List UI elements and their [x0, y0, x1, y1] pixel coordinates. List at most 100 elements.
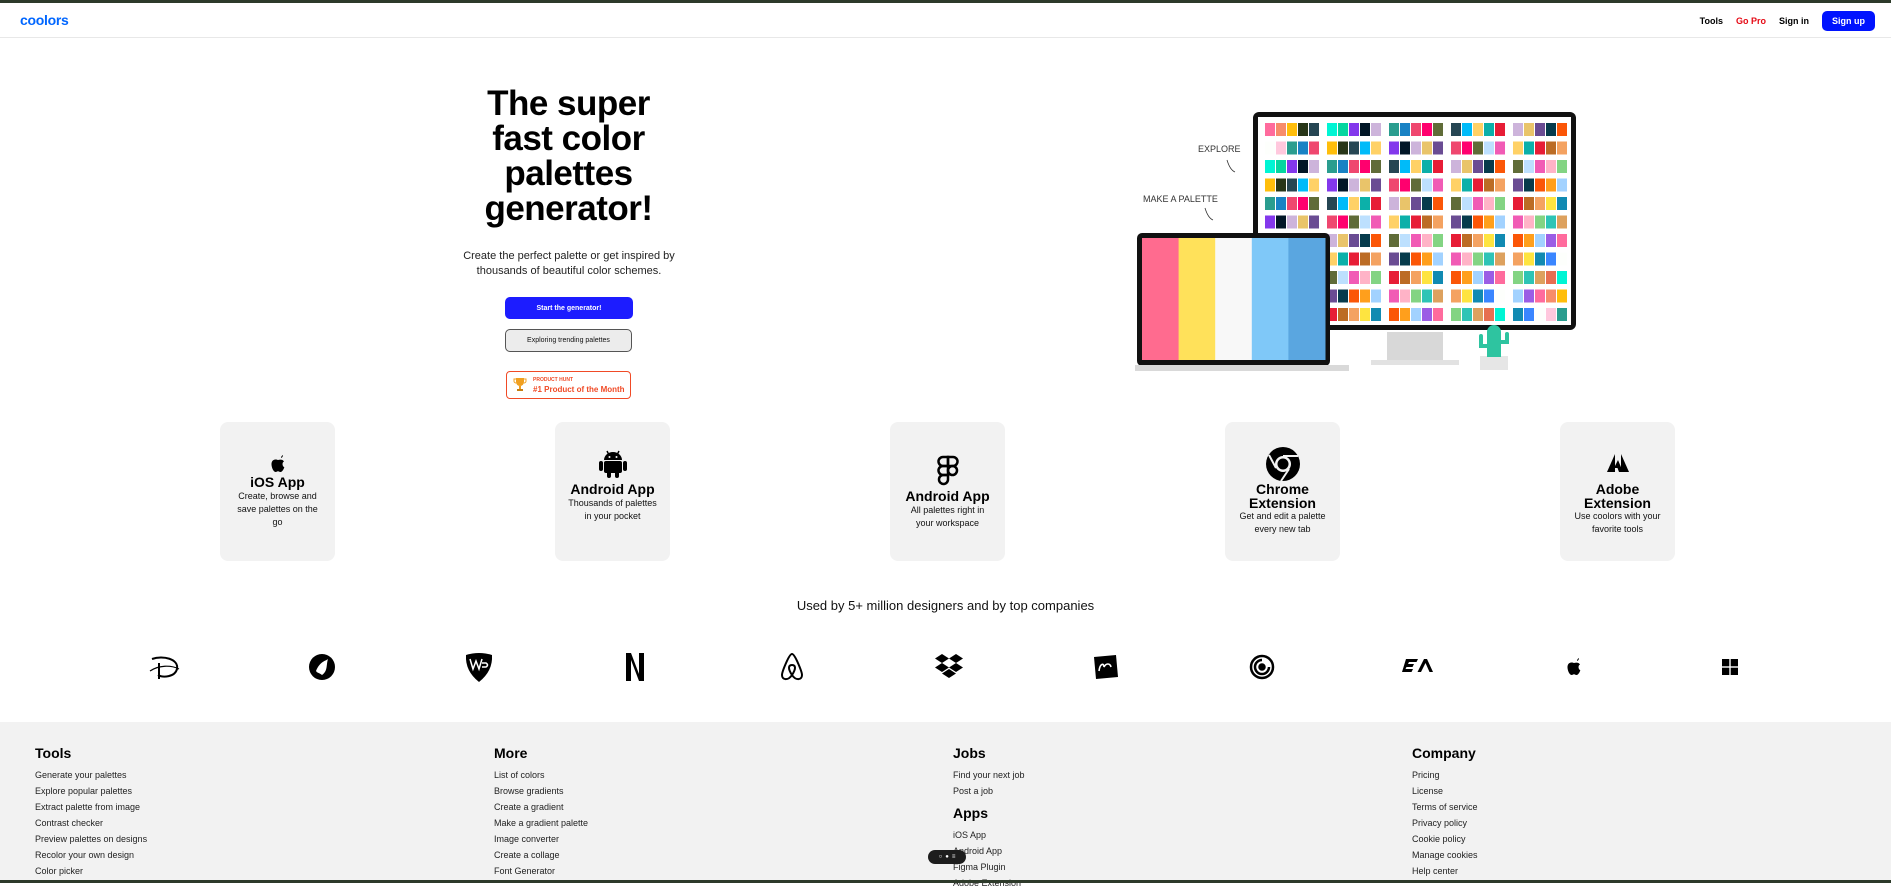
card-description: Thousands of palettes in your pocket — [568, 498, 657, 521]
footer-link[interactable]: Contrast checker — [35, 815, 147, 831]
swatch — [1484, 160, 1494, 173]
toggle-icon[interactable]: ● — [945, 854, 949, 860]
swatch — [1422, 197, 1432, 210]
footer-link[interactable]: iOS App — [953, 827, 1025, 843]
microsoft-logo — [1713, 650, 1747, 684]
swatch — [1535, 160, 1545, 173]
swatch — [1546, 160, 1556, 173]
footer-link[interactable]: Font Generator — [494, 863, 588, 879]
sign-up-button[interactable]: Sign up — [1822, 11, 1875, 31]
footer-link[interactable]: Find your next job — [953, 767, 1025, 783]
swatch — [1473, 160, 1483, 173]
swatch — [1535, 271, 1545, 284]
nav-tools-link[interactable]: Tools — [1700, 16, 1723, 26]
swatch — [1433, 289, 1443, 303]
coolors-logo[interactable]: coolors — [20, 12, 69, 28]
cactus-icon — [1487, 325, 1501, 357]
monitor-stand — [1387, 332, 1443, 362]
floating-toolbar[interactable]: ○ ● ≡ — [928, 850, 966, 864]
swatch — [1287, 160, 1297, 173]
hero-subtitle-line: Create the perfect palette or get inspir… — [463, 250, 675, 262]
swatch — [1371, 289, 1381, 303]
swatch — [1400, 178, 1410, 192]
footer-link[interactable]: Color picker — [35, 863, 147, 879]
swatch — [1411, 160, 1421, 173]
footer-link[interactable]: Image converter — [494, 831, 588, 847]
swatch — [1433, 308, 1443, 321]
swatch — [1389, 252, 1399, 266]
ea-logo — [1401, 650, 1435, 684]
card-android-app[interactable]: Android App Thousands of palettes in you… — [555, 422, 670, 561]
footer-link[interactable]: Explore popular palettes — [35, 783, 147, 799]
nav-sign-in-link[interactable]: Sign in — [1779, 16, 1809, 26]
menu-icon[interactable]: ≡ — [952, 854, 956, 860]
nav-go-pro-link[interactable]: Go Pro — [1736, 16, 1766, 26]
swatch — [1433, 197, 1443, 210]
footer-link[interactable]: Privacy policy — [1412, 815, 1478, 831]
footer-link[interactable]: License — [1412, 783, 1478, 799]
footer-link[interactable]: Post a job — [953, 783, 1025, 799]
hero-title: The super fast color palettes generator! — [430, 86, 707, 226]
laptop-swatch — [1215, 238, 1253, 360]
card-figma-plugin[interactable]: Android App All palettes right in your w… — [890, 422, 1005, 561]
swatch — [1298, 178, 1308, 192]
footer-link[interactable]: Generate your palettes — [35, 767, 147, 783]
swatch — [1513, 197, 1523, 210]
footer-link[interactable]: List of colors — [494, 767, 588, 783]
swatch — [1371, 123, 1381, 136]
footer-link[interactable]: Create a gradient — [494, 799, 588, 815]
footer-link[interactable]: Help center — [1412, 863, 1478, 879]
card-adobe-extension[interactable]: Adobe Extension Use coolors with your fa… — [1560, 422, 1675, 561]
product-hunt-badge[interactable]: PRODUCT HUNT #1 Product of the Month — [506, 371, 631, 399]
swatch — [1371, 197, 1381, 210]
footer-link[interactable]: Manage cookies — [1412, 847, 1478, 863]
footer-link[interactable]: Extract palette from image — [35, 799, 147, 815]
swatch — [1524, 271, 1534, 284]
swatch — [1433, 215, 1443, 229]
swatch — [1389, 123, 1399, 136]
swatch — [1400, 271, 1410, 284]
hero-title-line: fast color — [492, 119, 645, 158]
footer-link[interactable]: Preview palettes on designs — [35, 831, 147, 847]
swatch — [1298, 197, 1308, 210]
swatch — [1462, 252, 1472, 266]
swatch — [1298, 215, 1308, 229]
footer-link[interactable]: Pricing — [1412, 767, 1478, 783]
swatch — [1546, 178, 1556, 192]
card-chrome-extension[interactable]: Chrome Extension Get and edit a palette … — [1225, 422, 1340, 561]
laptop-swatch — [1251, 238, 1289, 360]
start-generator-button[interactable]: Start the generator! — [505, 297, 633, 319]
swatch — [1546, 141, 1556, 155]
footer-link[interactable]: Create a collage — [494, 847, 588, 863]
chat-icon[interactable]: ○ — [939, 854, 943, 860]
footer-link[interactable]: Make a gradient palette — [494, 815, 588, 831]
footer-link[interactable]: Browse gradients — [494, 783, 588, 799]
swatch — [1411, 123, 1421, 136]
swatch — [1422, 271, 1432, 284]
swatch — [1546, 215, 1556, 229]
make-palette-arrow — [1204, 207, 1214, 221]
swatch — [1495, 141, 1505, 155]
swatch — [1360, 271, 1370, 284]
card-ios-app[interactable]: iOS App Create, browse and save palettes… — [220, 422, 335, 561]
swatch — [1462, 160, 1472, 173]
swatch — [1276, 123, 1286, 136]
swatch — [1484, 215, 1494, 229]
swatch — [1389, 234, 1399, 247]
swatch — [1422, 234, 1432, 247]
swatch — [1389, 178, 1399, 192]
swatch — [1338, 308, 1348, 321]
chrome-icon — [1225, 446, 1340, 482]
swatch — [1473, 271, 1483, 284]
swatch — [1524, 234, 1534, 247]
footer-link[interactable]: Recolor your own design — [35, 847, 147, 863]
footer-link[interactable]: Terms of service — [1412, 799, 1478, 815]
swatch — [1298, 123, 1308, 136]
footer-link[interactable]: Cookie policy — [1412, 831, 1478, 847]
footer-link[interactable]: Adobe Extension — [953, 875, 1025, 891]
swatch — [1535, 308, 1545, 321]
swatch — [1371, 178, 1381, 192]
explore-trending-button[interactable]: Exploring trending palettes — [505, 329, 632, 352]
swatch — [1327, 197, 1337, 210]
swatch — [1360, 197, 1370, 210]
